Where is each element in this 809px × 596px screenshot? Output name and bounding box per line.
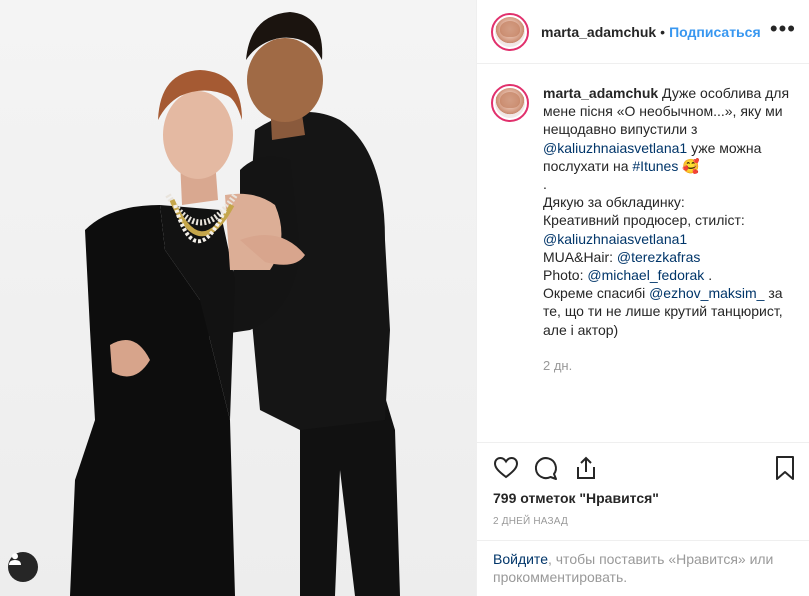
emoji: 🥰 <box>682 157 700 174</box>
mention-link[interactable]: @kaliuzhnaiasvetlana1 <box>543 231 687 247</box>
post-date[interactable]: 2 дней назад <box>493 516 568 527</box>
heart-icon[interactable] <box>493 455 521 483</box>
user-icon <box>9 553 21 565</box>
caption-dot: . <box>543 176 547 193</box>
mention-link[interactable]: @kaliuzhnaiasvetlana1 <box>543 140 687 156</box>
avatar[interactable] <box>491 12 529 51</box>
comment-timestamp[interactable]: 2 дн. <box>543 358 572 373</box>
post-actions: 799 отметок "Нравится" 2 дней назад <box>477 442 809 540</box>
caption-comment: marta_adamchuk Дуже особлива для мене пі… <box>491 84 796 339</box>
login-prompt: Войдите, чтобы поставить «Нравится» или … <box>477 540 809 596</box>
caption-thanks: Дякую за обкладинку: <box>543 194 685 211</box>
comment-avatar[interactable] <box>491 84 529 122</box>
share-icon[interactable] <box>573 455 601 483</box>
header-separator: • <box>660 23 666 40</box>
caption-photo-end: . <box>704 267 713 284</box>
caption-producer: Креативний продюсер, стиліст: <box>543 212 745 229</box>
bookmark-icon[interactable] <box>773 455 801 483</box>
login-link[interactable]: Войдите <box>493 551 548 567</box>
mention-link[interactable]: @michael_fedorak <box>587 267 704 283</box>
follow-button[interactable]: Подписаться <box>669 24 761 40</box>
tagged-users-button[interactable] <box>8 552 38 582</box>
comment-username[interactable]: marta_adamchuk <box>543 85 658 101</box>
post-image <box>70 12 400 596</box>
more-horizontal-icon[interactable]: ••• <box>770 18 796 40</box>
caption-photo: Photo: <box>543 267 588 284</box>
post-sidebar: marta_adamchuk • Подписаться ••• marta_a… <box>476 0 809 596</box>
caption-mua: MUA&Hair: <box>543 248 617 265</box>
comment-icon[interactable] <box>533 455 561 483</box>
mention-link[interactable]: @ezhov_maksim_ <box>649 285 764 301</box>
hashtag-link[interactable]: #Itunes <box>632 158 678 174</box>
mention-link[interactable]: @terezkafras <box>617 249 700 265</box>
caption-text: marta_adamchuk Дуже особлива для мене пі… <box>543 84 793 339</box>
header-username[interactable]: marta_adamchuk <box>541 24 656 40</box>
post-header: marta_adamchuk • Подписаться ••• <box>477 0 809 64</box>
caption-special: Окреме спасибі <box>543 285 650 302</box>
post-photo[interactable] <box>0 0 476 596</box>
likes-count[interactable]: 799 отметок "Нравится" <box>493 490 659 506</box>
